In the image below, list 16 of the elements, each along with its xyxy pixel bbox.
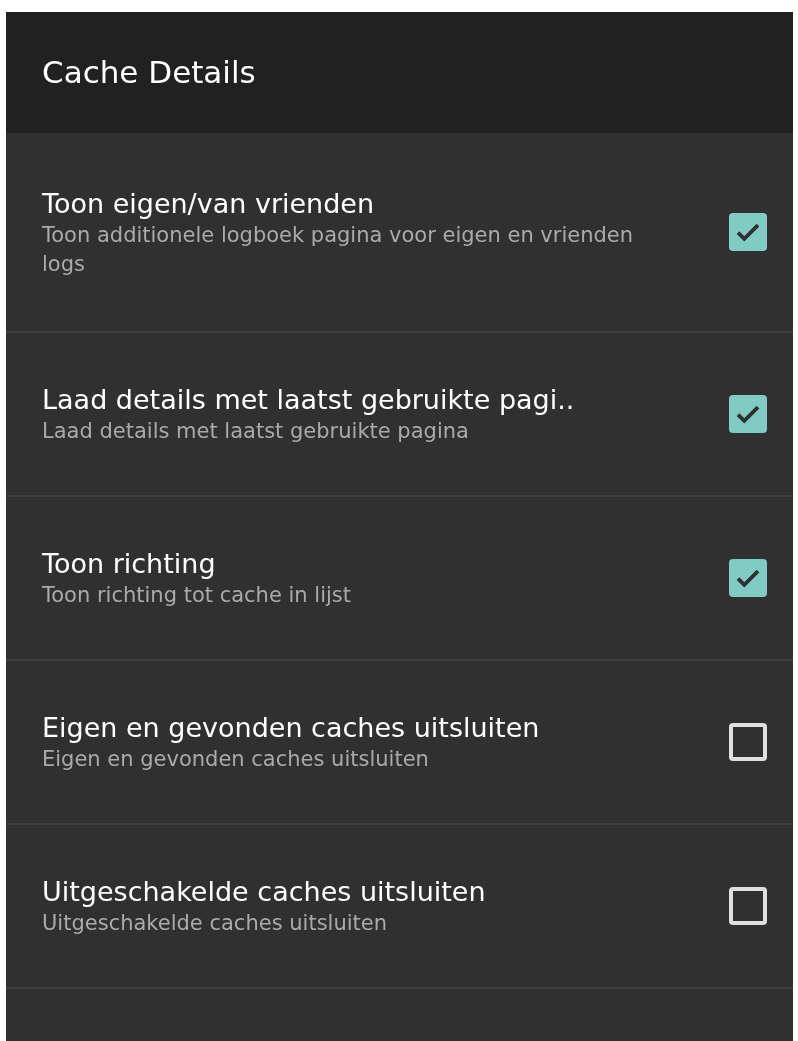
setting-summary: Toon richting tot cache in lijst xyxy=(42,582,352,610)
setting-title: Uitgeschakelde caches uitsluiten xyxy=(42,875,487,910)
setting-title: Eigen en gevonden caches uitsluiten xyxy=(42,711,541,746)
setting-summary: Eigen en gevonden caches uitsluiten xyxy=(42,746,430,774)
checkbox[interactable] xyxy=(729,559,767,597)
setting-summary: Laad details met laatst gebruikte pagina xyxy=(42,418,470,446)
checkbox[interactable] xyxy=(729,887,767,925)
setting-summary: Uitgeschakelde caches uitsluiten xyxy=(42,910,388,938)
setting-title: Toon richting xyxy=(42,547,217,582)
setting-summary: Toon additionele logboek pagina voor eigen en vrienden logs xyxy=(42,222,635,278)
setting-title: Toon eigen/van vrienden xyxy=(42,187,376,222)
setting-title: Laad details met laatst gebruikte pagi.. xyxy=(42,383,576,418)
checkbox[interactable] xyxy=(729,395,767,433)
checkbox[interactable] xyxy=(729,723,767,761)
checkbox[interactable] xyxy=(729,213,767,251)
screen-title: Cache Details xyxy=(42,53,256,93)
